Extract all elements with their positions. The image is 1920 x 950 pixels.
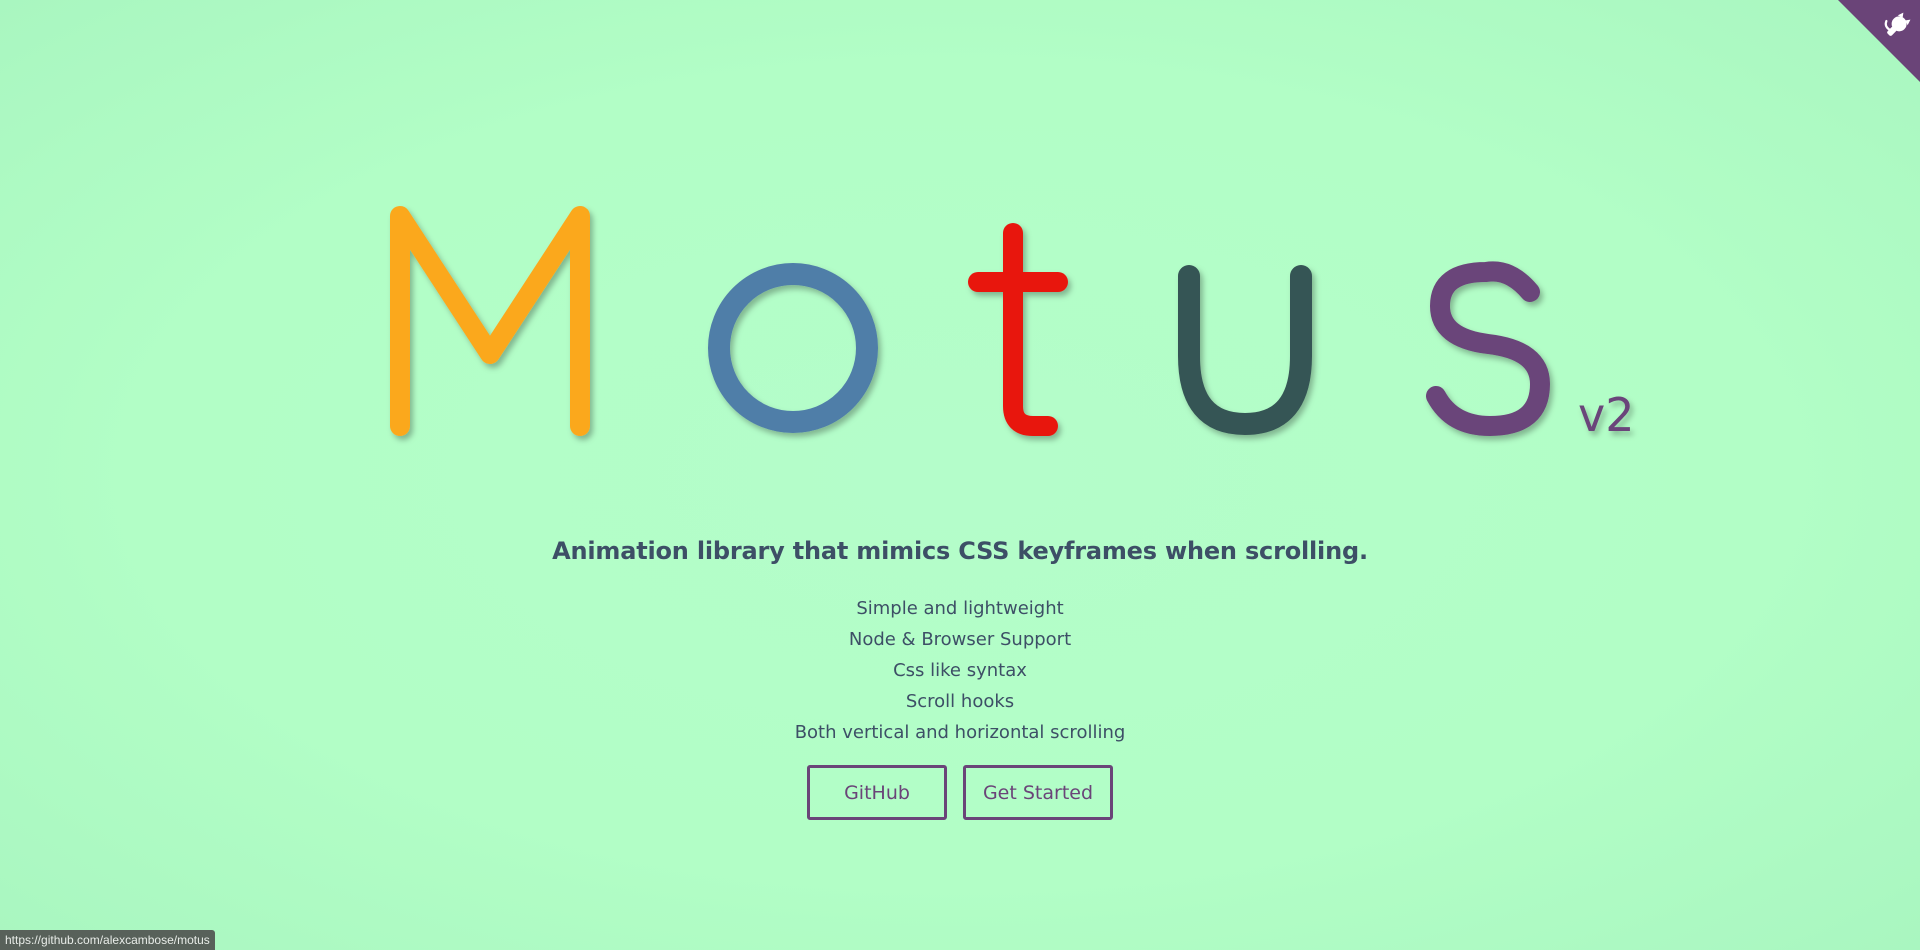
feature-item: Both vertical and horizontal scrolling (794, 722, 1126, 743)
github-button[interactable]: GitHub (807, 765, 947, 820)
github-corner-icon (1838, 0, 1920, 82)
tagline: Animation library that mimics CSS keyfra… (552, 537, 1368, 565)
feature-item: Css like syntax (893, 660, 1027, 681)
feature-item: Simple and lightweight (856, 598, 1064, 619)
logo-letter-t (968, 223, 1068, 436)
logo-letter-o (708, 263, 878, 433)
feature-item: Scroll hooks (905, 691, 1015, 712)
feature-list: Simple and lightweight Node & Browser Su… (0, 596, 1920, 751)
motus-logo: v2 (0, 178, 1920, 458)
get-started-button[interactable]: Get Started (963, 765, 1113, 820)
status-bar-url: https://github.com/alexcambose/motus (0, 930, 215, 950)
github-corner-link[interactable] (1838, 0, 1920, 82)
logo-letter-u (1178, 265, 1312, 435)
logo-letter-s (1426, 261, 1550, 436)
logo-letter-m (390, 206, 590, 436)
button-row: GitHub Get Started (0, 765, 1920, 820)
logo-version: v2 (1578, 388, 1635, 442)
feature-item: Node & Browser Support (848, 629, 1072, 650)
